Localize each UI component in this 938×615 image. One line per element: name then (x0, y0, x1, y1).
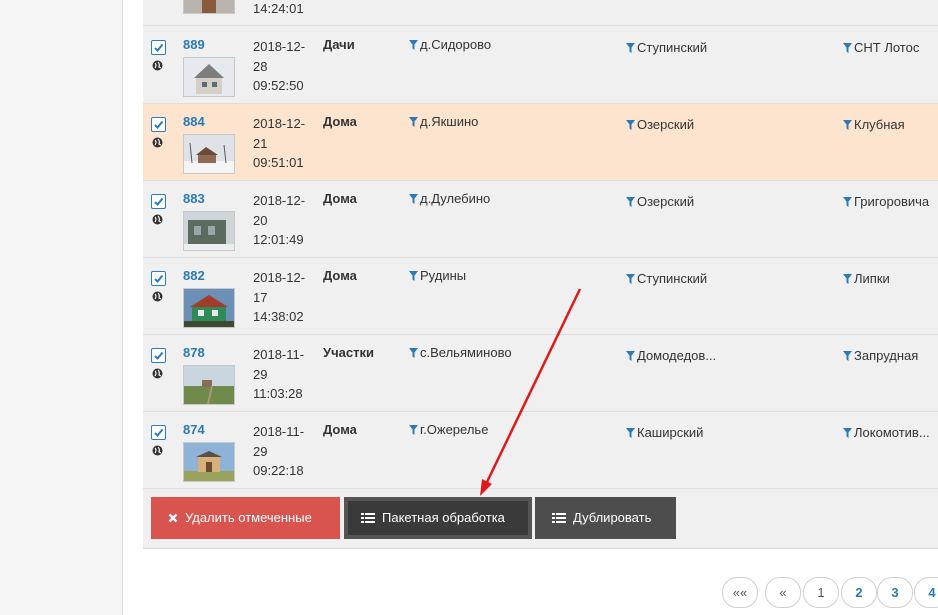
pagination-page-3[interactable]: 3 (877, 577, 913, 608)
location-filter[interactable]: д.Якшино (409, 114, 478, 129)
row-checkbox[interactable] (151, 40, 166, 55)
property-type: Дома (323, 268, 357, 283)
settlement-filter[interactable]: СНТ Лотос (843, 40, 919, 55)
row-checkbox[interactable] (151, 194, 166, 209)
globe-icon (152, 137, 163, 148)
location-filter[interactable]: Рудины (409, 268, 466, 283)
filter-icon (409, 194, 418, 204)
filter-icon (843, 120, 852, 130)
filter-icon (409, 271, 418, 281)
table-row: 884 2018-12- 21 09:51:01 Дома д.Якшино Озе… (143, 104, 938, 181)
pagination-first[interactable]: «« (722, 577, 758, 608)
listing-id-link[interactable]: 878 (183, 345, 205, 360)
row-checkbox[interactable] (151, 348, 166, 363)
property-type: Участки (323, 345, 374, 360)
filter-icon (626, 43, 635, 53)
close-icon (168, 498, 178, 540)
location-filter[interactable]: с.Вельяминово (409, 345, 512, 360)
listing-id-link[interactable]: 883 (183, 191, 205, 206)
filter-icon (843, 274, 852, 284)
pagination-page-1[interactable]: 1 (803, 577, 839, 608)
filter-icon (843, 43, 852, 53)
property-type: Дома (323, 422, 357, 437)
settlement-filter[interactable]: Локомотив... (843, 425, 930, 440)
date-cell: 2018-12- 21 09:51:01 (253, 116, 306, 170)
settlement-filter[interactable]: Липки (843, 271, 890, 286)
date-cell: 2018-12- 17 14:38:02 (253, 270, 306, 324)
date-cell: 2018-11- 29 09:22:18 (253, 424, 305, 478)
filter-icon (626, 120, 635, 130)
duplicate-button[interactable]: Дублировать (535, 497, 676, 539)
date-cell: 2018-12- 28 09:52:50 (253, 39, 306, 93)
table-icon (552, 498, 566, 540)
table-row: 14:24:01 (143, 0, 938, 26)
batch-processing-button[interactable]: Пакетная обработка (344, 497, 532, 539)
district-filter[interactable]: Озерский (626, 117, 694, 132)
property-thumbnail[interactable] (183, 0, 235, 14)
filter-icon (626, 351, 635, 361)
property-type: Дома (323, 114, 357, 129)
property-thumbnail[interactable] (183, 288, 235, 328)
globe-icon (152, 368, 163, 379)
district-filter[interactable]: Озерский (626, 194, 694, 209)
filter-icon (843, 351, 852, 361)
settlement-filter[interactable]: Запрудная (843, 348, 918, 363)
table-row: 878 2018-11- 29 11:03:28 Участки с.Вельями… (143, 335, 938, 412)
filter-icon (843, 197, 852, 207)
table-row: 874 2018-11- 29 09:22:18 Дома г.Ожерелье К… (143, 412, 938, 489)
duplicate-label: Дублировать (573, 510, 652, 525)
property-thumbnail[interactable] (183, 57, 235, 97)
date-cell: 14:24:01 (253, 1, 304, 16)
filter-icon (843, 428, 852, 438)
delete-selected-button[interactable]: Удалить отмеченные (151, 497, 340, 539)
district-filter[interactable]: Ступинский (626, 271, 707, 286)
table-row: 883 2018-12- 20 12:01:49 Дома д.Дулебино О… (143, 181, 938, 258)
filter-icon (626, 197, 635, 207)
district-filter[interactable]: Ступинский (626, 40, 707, 55)
table-icon (361, 502, 375, 536)
settlement-filter[interactable]: Григоровича (843, 194, 929, 209)
property-thumbnail[interactable] (183, 134, 235, 174)
date-cell: 2018-12- 20 12:01:49 (253, 193, 306, 247)
filter-icon (626, 274, 635, 284)
delete-selected-label: Удалить отмеченные (185, 510, 312, 525)
district-filter[interactable]: Домодедов... (626, 348, 716, 363)
listing-id-link[interactable]: 874 (183, 422, 205, 437)
row-checkbox[interactable] (151, 117, 166, 132)
row-checkbox[interactable] (151, 425, 166, 440)
date-cell: 2018-11- 29 11:03:28 (253, 347, 305, 401)
listing-id-link[interactable]: 882 (183, 268, 205, 283)
left-sidebar-gutter (0, 0, 123, 615)
filter-icon (409, 425, 418, 435)
globe-icon (152, 60, 163, 71)
filter-icon (409, 348, 418, 358)
row-checkbox[interactable] (151, 271, 166, 286)
listing-id-link[interactable]: 884 (183, 114, 205, 129)
pagination-page-4[interactable]: 4 (914, 577, 938, 608)
location-filter[interactable]: г.Ожерелье (409, 422, 488, 437)
globe-icon (152, 291, 163, 302)
filter-icon (409, 117, 418, 127)
settlement-filter[interactable]: Клубная (843, 117, 905, 132)
property-type: Дачи (323, 37, 355, 52)
location-filter[interactable]: д.Сидорово (409, 37, 491, 52)
globe-icon (152, 214, 163, 225)
pagination-page-2[interactable]: 2 (841, 577, 877, 608)
location-filter[interactable]: д.Дулебино (409, 191, 490, 206)
property-thumbnail[interactable] (183, 365, 235, 405)
filter-icon (626, 428, 635, 438)
batch-processing-label: Пакетная обработка (382, 510, 505, 525)
listing-id-link[interactable]: 889 (183, 37, 205, 52)
property-type: Дома (323, 191, 357, 206)
pagination-prev[interactable]: « (765, 577, 801, 608)
filter-icon (409, 40, 418, 50)
property-thumbnail[interactable] (183, 442, 235, 482)
table-row: 889 2018-12- 28 09:52:50 Дачи д.Сидорово С… (143, 27, 938, 104)
district-filter[interactable]: Каширский (626, 425, 703, 440)
table-row: 882 2018-12- 17 14:38:02 Дома Рудины Ступи… (143, 258, 938, 335)
property-thumbnail[interactable] (183, 211, 235, 251)
globe-icon (152, 445, 163, 456)
